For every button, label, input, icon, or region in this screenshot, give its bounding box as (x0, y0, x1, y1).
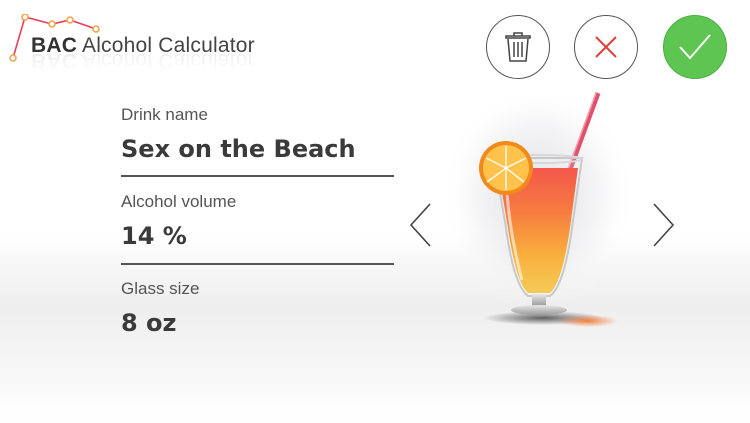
drink-name-field[interactable]: Drink name Sex on the Beach (121, 105, 394, 163)
checkmark-icon (679, 34, 711, 60)
app-title-reflection: BAC Alcohol Calculator (31, 48, 255, 72)
app-title-reflection-rest: Alcohol Calculator (77, 49, 255, 72)
glass-size-label: Glass size (121, 279, 200, 298)
drink-name-value[interactable]: Sex on the Beach (121, 135, 394, 163)
trash-icon (505, 32, 531, 62)
cancel-button[interactable] (574, 15, 638, 79)
confirm-button[interactable] (663, 15, 727, 79)
close-icon (595, 36, 617, 58)
chevron-right-icon[interactable] (650, 200, 678, 250)
alcohol-volume-label: Alcohol volume (121, 192, 237, 211)
cocktail-glass-icon (440, 92, 636, 327)
divider (121, 175, 394, 177)
glass-size-value[interactable]: 8 oz (121, 309, 394, 337)
alcohol-volume-value[interactable]: 14 % (121, 222, 394, 250)
chevron-left-icon[interactable] (408, 200, 436, 250)
divider (121, 263, 394, 265)
drink-name-label: Drink name (121, 105, 208, 124)
glass-size-field[interactable]: Glass size 8 oz (121, 279, 394, 337)
alcohol-volume-field[interactable]: Alcohol volume 14 % (121, 192, 394, 250)
delete-button[interactable] (486, 15, 550, 79)
app-title-reflection-bold: BAC (31, 49, 78, 72)
